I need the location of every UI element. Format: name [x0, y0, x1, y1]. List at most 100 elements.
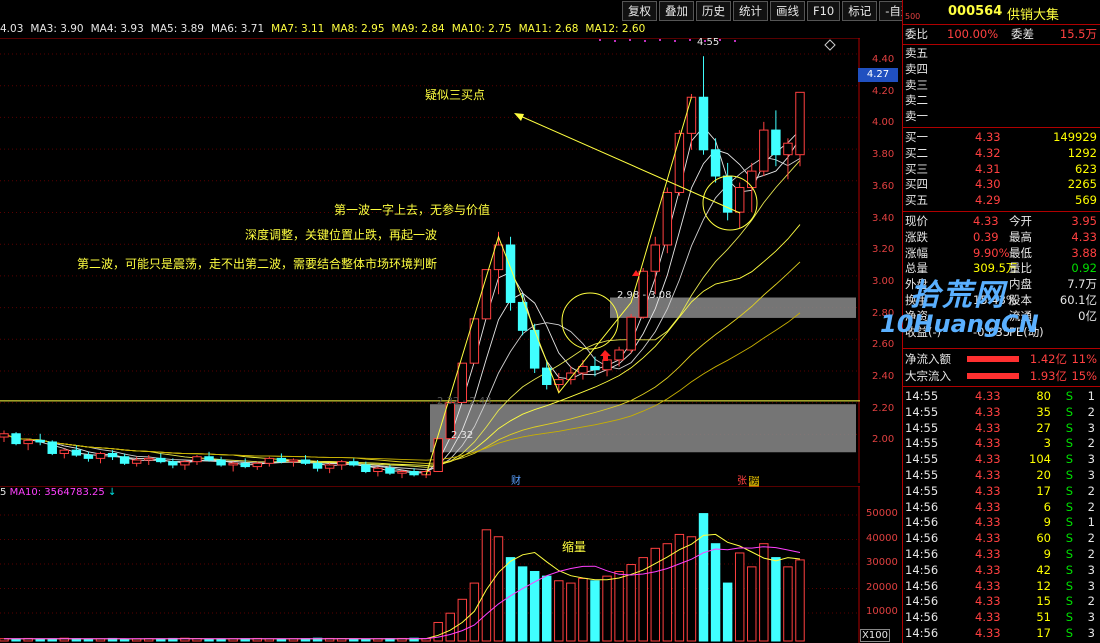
volume-bar[interactable] [783, 566, 793, 642]
volume-bar[interactable] [493, 536, 504, 642]
candle-body[interactable] [542, 367, 552, 386]
candle-body[interactable] [505, 244, 516, 303]
tick-row-12[interactable]: 14:56 4.33 12 S 3 [903, 578, 1100, 594]
candle-body[interactable] [614, 349, 624, 361]
candle-body[interactable] [590, 365, 600, 371]
candle-body[interactable] [83, 454, 94, 459]
volume-bar[interactable] [204, 638, 214, 642]
candle-body[interactable] [204, 456, 214, 461]
sell-row-4[interactable]: 卖一 [903, 108, 1100, 124]
candle-body[interactable] [240, 462, 250, 468]
candle-body[interactable] [95, 452, 106, 459]
tick-row-15[interactable]: 14:56 4.33 17 S 3 [903, 625, 1100, 641]
candle-body[interactable] [747, 170, 757, 189]
tick-row-10[interactable]: 14:56 4.33 9 S 2 [903, 546, 1100, 562]
candle-body[interactable] [71, 449, 82, 456]
quote-row-2[interactable]: 涨幅 9.90% 最低 3.88 [903, 245, 1100, 261]
volume-bar[interactable] [433, 621, 443, 642]
sell-row-0[interactable]: 卖五 [903, 45, 1100, 61]
volume-bar[interactable] [747, 566, 757, 642]
candle-body[interactable] [59, 449, 70, 454]
candle-body[interactable] [602, 359, 612, 371]
candle-body[interactable] [686, 96, 697, 134]
volume-bar[interactable] [119, 638, 130, 642]
candle-body[interactable] [264, 457, 275, 464]
volume-bar[interactable] [795, 559, 805, 642]
candle-body[interactable] [252, 462, 262, 468]
candle-body[interactable] [144, 457, 154, 461]
buy-row-3[interactable]: 买四 4.30 2265 [903, 176, 1100, 192]
toolbar-button-1[interactable]: 叠加 [659, 1, 694, 21]
flow-row-1[interactable]: 大宗流入 1.93亿 15% [903, 368, 1100, 384]
candle-body[interactable] [771, 129, 781, 156]
toolbar-button-6[interactable]: 标记 [842, 1, 878, 21]
tick-row-8[interactable]: 14:56 4.33 9 S 1 [903, 514, 1100, 530]
tick-row-6[interactable]: 14:55 4.33 17 S 2 [903, 483, 1100, 499]
toolbar-button-5[interactable]: F10 [807, 1, 841, 21]
candle-body[interactable] [276, 457, 287, 463]
tick-row-5[interactable]: 14:55 4.33 20 S 3 [903, 467, 1100, 483]
candle-body[interactable] [300, 459, 311, 464]
tick-row-0[interactable]: 14:55 4.33 80 S 1 [903, 388, 1100, 404]
volume-bar[interactable] [674, 533, 685, 642]
candle-body[interactable] [710, 149, 721, 177]
buy-row-1[interactable]: 买二 4.32 1292 [903, 145, 1100, 161]
candle-body[interactable] [216, 459, 226, 466]
candle-body[interactable] [361, 464, 371, 473]
candle-body[interactable] [119, 456, 130, 464]
volume-bar[interactable] [361, 638, 371, 642]
candle-body[interactable] [783, 142, 793, 156]
candle-body[interactable] [35, 439, 45, 443]
sell-row-3[interactable]: 卖二 [903, 92, 1100, 108]
toolbar-button-4[interactable]: 画线 [770, 1, 805, 21]
candle-body[interactable] [349, 461, 359, 466]
volume-bar[interactable] [445, 612, 455, 642]
volume-chart[interactable] [0, 486, 860, 643]
volume-bar[interactable] [686, 536, 697, 642]
candle-body[interactable] [373, 467, 383, 473]
candle-body[interactable] [0, 433, 9, 438]
event-marker-cai[interactable]: 财 [511, 472, 521, 487]
candle-body[interactable] [409, 471, 419, 476]
candle-body[interactable] [650, 244, 660, 272]
quote-row-1[interactable]: 涨跌 0.39 最高 4.33 [903, 229, 1100, 245]
tick-row-14[interactable]: 14:56 4.33 51 S 3 [903, 609, 1100, 625]
volume-bar[interactable] [83, 638, 94, 642]
candle-body[interactable] [23, 439, 33, 445]
toolbar-button-3[interactable]: 统计 [733, 1, 768, 21]
buy-row-2[interactable]: 买三 4.31 623 [903, 161, 1100, 177]
candle-body[interactable] [168, 461, 178, 466]
candle-body[interactable] [795, 91, 805, 156]
candle-body[interactable] [336, 461, 347, 466]
quote-row-7[interactable]: 收益(-) -0.035 PE(动) [903, 324, 1100, 340]
toolbar-button-2[interactable]: 历史 [696, 1, 731, 21]
tick-row-11[interactable]: 14:56 4.33 42 S 3 [903, 562, 1100, 578]
candle-body[interactable] [192, 456, 202, 463]
volume-bar[interactable] [505, 557, 516, 642]
candle-body[interactable] [288, 459, 299, 463]
quote-row-6[interactable]: 净资 流通 0亿 [903, 308, 1100, 324]
candle-body[interactable] [626, 316, 636, 351]
sell-row-2[interactable]: 卖三 [903, 77, 1100, 93]
volume-bar[interactable] [602, 575, 612, 642]
candle-body[interactable] [674, 132, 685, 193]
candle-body[interactable] [662, 191, 673, 246]
quote-row-4[interactable]: 外盘 内盘 7.7万 [903, 276, 1100, 292]
candle-body[interactable] [324, 464, 335, 469]
volume-bar[interactable] [276, 638, 287, 642]
volume-bar[interactable] [542, 575, 552, 642]
volume-bar[interactable] [566, 582, 576, 642]
volume-bar[interactable] [698, 513, 709, 642]
tick-row-7[interactable]: 14:56 4.33 6 S 2 [903, 499, 1100, 515]
volume-bar[interactable] [469, 582, 480, 642]
candle-body[interactable] [397, 471, 407, 474]
tick-row-13[interactable]: 14:56 4.33 15 S 2 [903, 593, 1100, 609]
tick-row-9[interactable]: 14:56 4.33 60 S 2 [903, 530, 1100, 546]
buy-row-4[interactable]: 买五 4.29 569 [903, 192, 1100, 208]
candle-body[interactable] [11, 433, 21, 445]
candle-body[interactable] [156, 457, 166, 463]
volume-bar[interactable] [578, 577, 588, 642]
volume-bar[interactable] [771, 557, 781, 642]
candle-body[interactable] [529, 329, 540, 369]
volume-bar[interactable] [554, 580, 564, 642]
